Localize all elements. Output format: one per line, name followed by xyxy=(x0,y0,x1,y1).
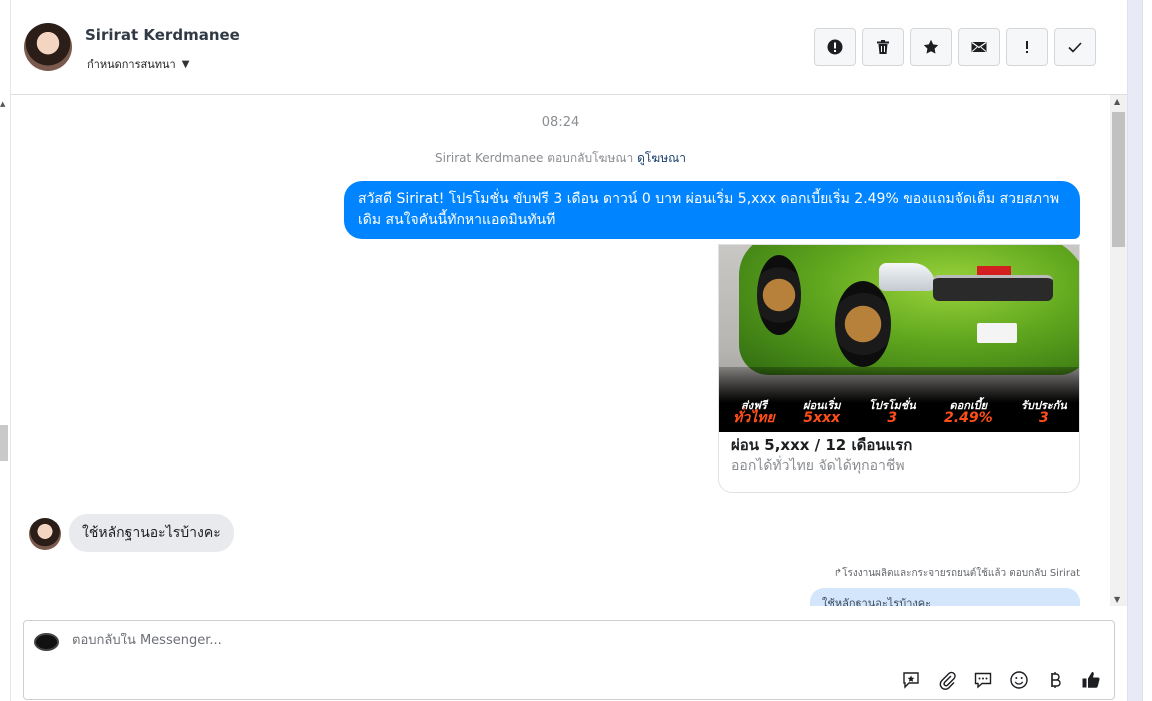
emoji-icon xyxy=(1010,671,1028,689)
contact-avatar[interactable] xyxy=(24,23,72,71)
quick-replies-button[interactable] xyxy=(972,669,994,691)
conversation-header: Sirirat Kerdmanee กำหนดการสนทนา ▼ xyxy=(11,0,1127,95)
thumbs-up-icon xyxy=(1082,672,1100,688)
messenger-inbox-page: ▲ Sirirat Kerdmanee กำหนดการสนทนา ▼ 08:2… xyxy=(0,0,1152,701)
exclamation-icon xyxy=(1026,41,1028,53)
right-panel-edge xyxy=(1127,0,1152,701)
envelope-icon xyxy=(971,42,987,52)
ad-car-image: ส่งฟรี ทั่วไทย ผ่อนเริ่ม 5xxx โปรโมชั่น 3 ด… xyxy=(719,245,1079,432)
promo-item: รับประกัน 3 xyxy=(1020,398,1067,427)
scroll-down-icon[interactable]: ▼ xyxy=(1114,595,1120,604)
scroll-up-icon[interactable]: ▲ xyxy=(1114,97,1120,106)
delete-button[interactable] xyxy=(862,28,904,66)
ad-card-title: ผ่อน 5,xxx / 12 เดือนแรก xyxy=(731,436,913,454)
caret-down-icon: ▼ xyxy=(181,58,190,70)
saved-reply-icon xyxy=(903,672,919,689)
contact-name[interactable]: Sirirat Kerdmanee xyxy=(85,26,240,44)
trash-icon xyxy=(877,40,889,54)
mark-important-button[interactable] xyxy=(1006,28,1048,66)
promo-item: ดอกเบี้ย 2.49% xyxy=(944,398,993,427)
saved-reply-button[interactable] xyxy=(900,669,922,691)
check-icon xyxy=(1068,42,1082,53)
star-icon xyxy=(923,39,939,54)
promo-item: ส่งฟรี ทั่วไทย xyxy=(733,398,775,427)
right-panel-inner xyxy=(1142,0,1152,701)
incoming-message-bubble[interactable]: ใช้หลักฐานอะไรบ้างคะ xyxy=(69,514,234,552)
contact-avatar-small xyxy=(29,518,61,550)
alert-circle-icon xyxy=(827,39,843,55)
reply-arrow-icon: ↱ xyxy=(833,568,843,579)
ad-promo-strip: ส่งฟรี ทั่วไทย ผ่อนเริ่ม 5xxx โปรโมชั่น 3 ด… xyxy=(719,367,1079,432)
page-avatar xyxy=(34,633,59,651)
ad-card-subtitle: ออกได้ทั่วไทย จัดได้ทุกอาชีพ xyxy=(731,458,905,474)
scroll-up-arrow-icon[interactable]: ▲ xyxy=(0,100,5,108)
message-timestamp: 08:24 xyxy=(541,115,580,130)
car-wheel-rear xyxy=(757,255,801,335)
ad-card[interactable]: ส่งฟรี ทั่วไทย ผ่อนเริ่ม 5xxx โปรโมชั่น 3 ด… xyxy=(718,244,1080,493)
reply-input[interactable] xyxy=(72,633,892,648)
payment-button[interactable] xyxy=(1044,669,1066,691)
left-scroll-thumb[interactable] xyxy=(0,425,8,461)
header-actions xyxy=(814,28,1096,66)
car-headlight-shape xyxy=(879,263,935,291)
mark-done-button[interactable] xyxy=(1054,28,1096,66)
promo-item: ผ่อนเริ่ม 5xxx xyxy=(803,398,841,427)
left-scroll-edge: ▲ xyxy=(0,0,11,701)
car-wheel-front xyxy=(835,281,891,367)
baht-icon xyxy=(1051,672,1061,688)
like-button[interactable] xyxy=(1080,669,1102,691)
attachment-icon xyxy=(939,671,956,690)
view-ad-link[interactable]: ดูโฆษณา xyxy=(637,151,686,165)
car-brand-logo xyxy=(977,266,1011,275)
outgoing-partial-bubble[interactable]: ใช้หลักฐานอะไรบ้างคะ xyxy=(810,588,1080,606)
emoji-button[interactable] xyxy=(1008,669,1030,691)
car-grille-shape xyxy=(933,275,1053,301)
thread-scrollbar[interactable]: ▲ ▼ xyxy=(1110,95,1127,606)
mark-unread-button[interactable] xyxy=(958,28,1000,66)
thread-scroll-thumb[interactable] xyxy=(1112,112,1125,247)
manage-conversation-label: กำหนดการสนทนา xyxy=(87,58,176,71)
report-button[interactable] xyxy=(814,28,856,66)
star-button[interactable] xyxy=(910,28,952,66)
ad-reply-text: Sirirat Kerdmanee ตอบกลับโฆษณา xyxy=(435,151,634,165)
car-plate-shape xyxy=(977,323,1017,343)
attach-button[interactable] xyxy=(936,669,958,691)
manage-conversation-dropdown[interactable]: กำหนดการสนทนา ▼ xyxy=(87,55,189,73)
reply-composer xyxy=(23,620,1115,700)
sender-meta-line: ↱โรงงานผลิตและกระจายรถยนต์ใช้แล้ว ตอบกลั… xyxy=(833,568,1080,579)
composer-tools xyxy=(900,669,1102,691)
outgoing-message-bubble[interactable]: สวัสดี Sirirat! โปรโมชั่น ขับฟรี 3 เดือน… xyxy=(344,181,1080,239)
ad-reply-note: Sirirat Kerdmanee ตอบกลับโฆษณา ดูโฆษณา xyxy=(11,149,1110,168)
chat-bubble-icon xyxy=(974,672,992,689)
promo-item: โปรโมชั่น 3 xyxy=(868,398,916,427)
message-thread[interactable]: 08:24 Sirirat Kerdmanee ตอบกลับโฆษณา ดูโ… xyxy=(11,95,1110,606)
